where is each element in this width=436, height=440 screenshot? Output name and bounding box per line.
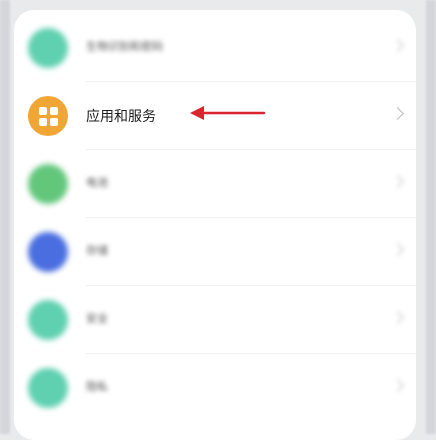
settings-item-label: 隐私 [86,380,108,393]
chevron-right-icon [391,175,404,188]
storage-icon [28,232,68,272]
background-edge-left [0,0,10,434]
settings-item-label: 安全 [86,312,108,325]
privacy-icon [28,368,68,408]
apps-icon [28,96,68,136]
settings-item-biometrics-password[interactable]: 生物识别和密码 [14,14,416,82]
settings-item-security[interactable]: 安全 [14,286,416,354]
settings-item-label: 电池 [86,176,108,189]
chevron-right-icon [391,39,404,52]
lock-icon [28,28,68,68]
battery-icon [28,164,68,204]
settings-item-battery[interactable]: 电池 [14,150,416,218]
chevron-right-icon [391,379,404,392]
settings-item-storage[interactable]: 存储 [14,218,416,286]
settings-list-card: 生物识别和密码 应用和服务 电池 存储 安全 隐私 [14,10,416,440]
shield-icon [28,300,68,340]
settings-item-label: 存储 [86,244,108,257]
settings-item-label: 生物识别和密码 [86,40,163,53]
background-edge-right [426,0,436,434]
chevron-right-icon [391,311,404,324]
annotation-arrow-icon [190,106,266,120]
chevron-right-icon [391,243,404,256]
chevron-right-icon [391,107,404,120]
settings-item-label: 应用和服务 [86,109,156,125]
settings-item-privacy[interactable]: 隐私 [14,354,416,422]
